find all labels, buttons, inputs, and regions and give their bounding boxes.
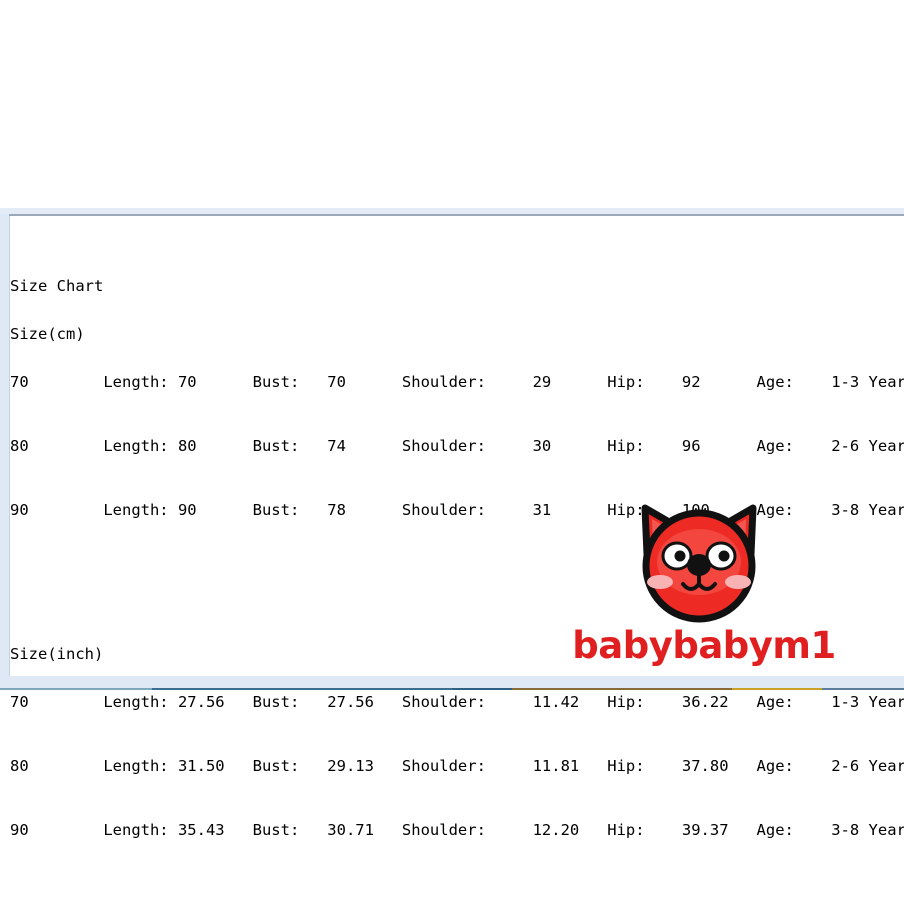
brand-watermark: babybabym1 [566,502,842,682]
panel-top-rule [3,214,904,216]
section-label-cm: Size(cm) [10,325,85,343]
table-row: 90 Length: 35.43 Bust: 30.71 Shoulder: 1… [10,821,904,839]
table-row: 70 Length: 70 Bust: 70 Shoulder: 29 Hip:… [10,373,904,391]
panel-bottom-accent-segment [822,688,904,690]
brand-name: babybabym1 [572,624,836,667]
panel-left-edge [0,214,9,690]
page-canvas: Size Chart Size(cm) 70 Length: 70 Bust: … [0,0,904,904]
size-chart-panel: Size Chart Size(cm) 70 Length: 70 Bust: … [0,208,904,838]
panel-bottom-accent-segment [452,688,512,690]
panel-bottom-accent-segment [152,688,452,690]
table-row: 70 Length: 27.56 Bust: 27.56 Shoulder: 1… [10,693,904,711]
table-row: 80 Length: 31.50 Bust: 29.13 Shoulder: 1… [10,757,904,775]
table-row: 80 Length: 80 Bust: 74 Shoulder: 30 Hip:… [10,437,904,455]
page-title: Size Chart [10,277,104,295]
cat-face-icon [641,504,757,623]
panel-bottom-accent-segment [732,688,822,690]
panel-bottom-accent-segment [512,688,732,690]
